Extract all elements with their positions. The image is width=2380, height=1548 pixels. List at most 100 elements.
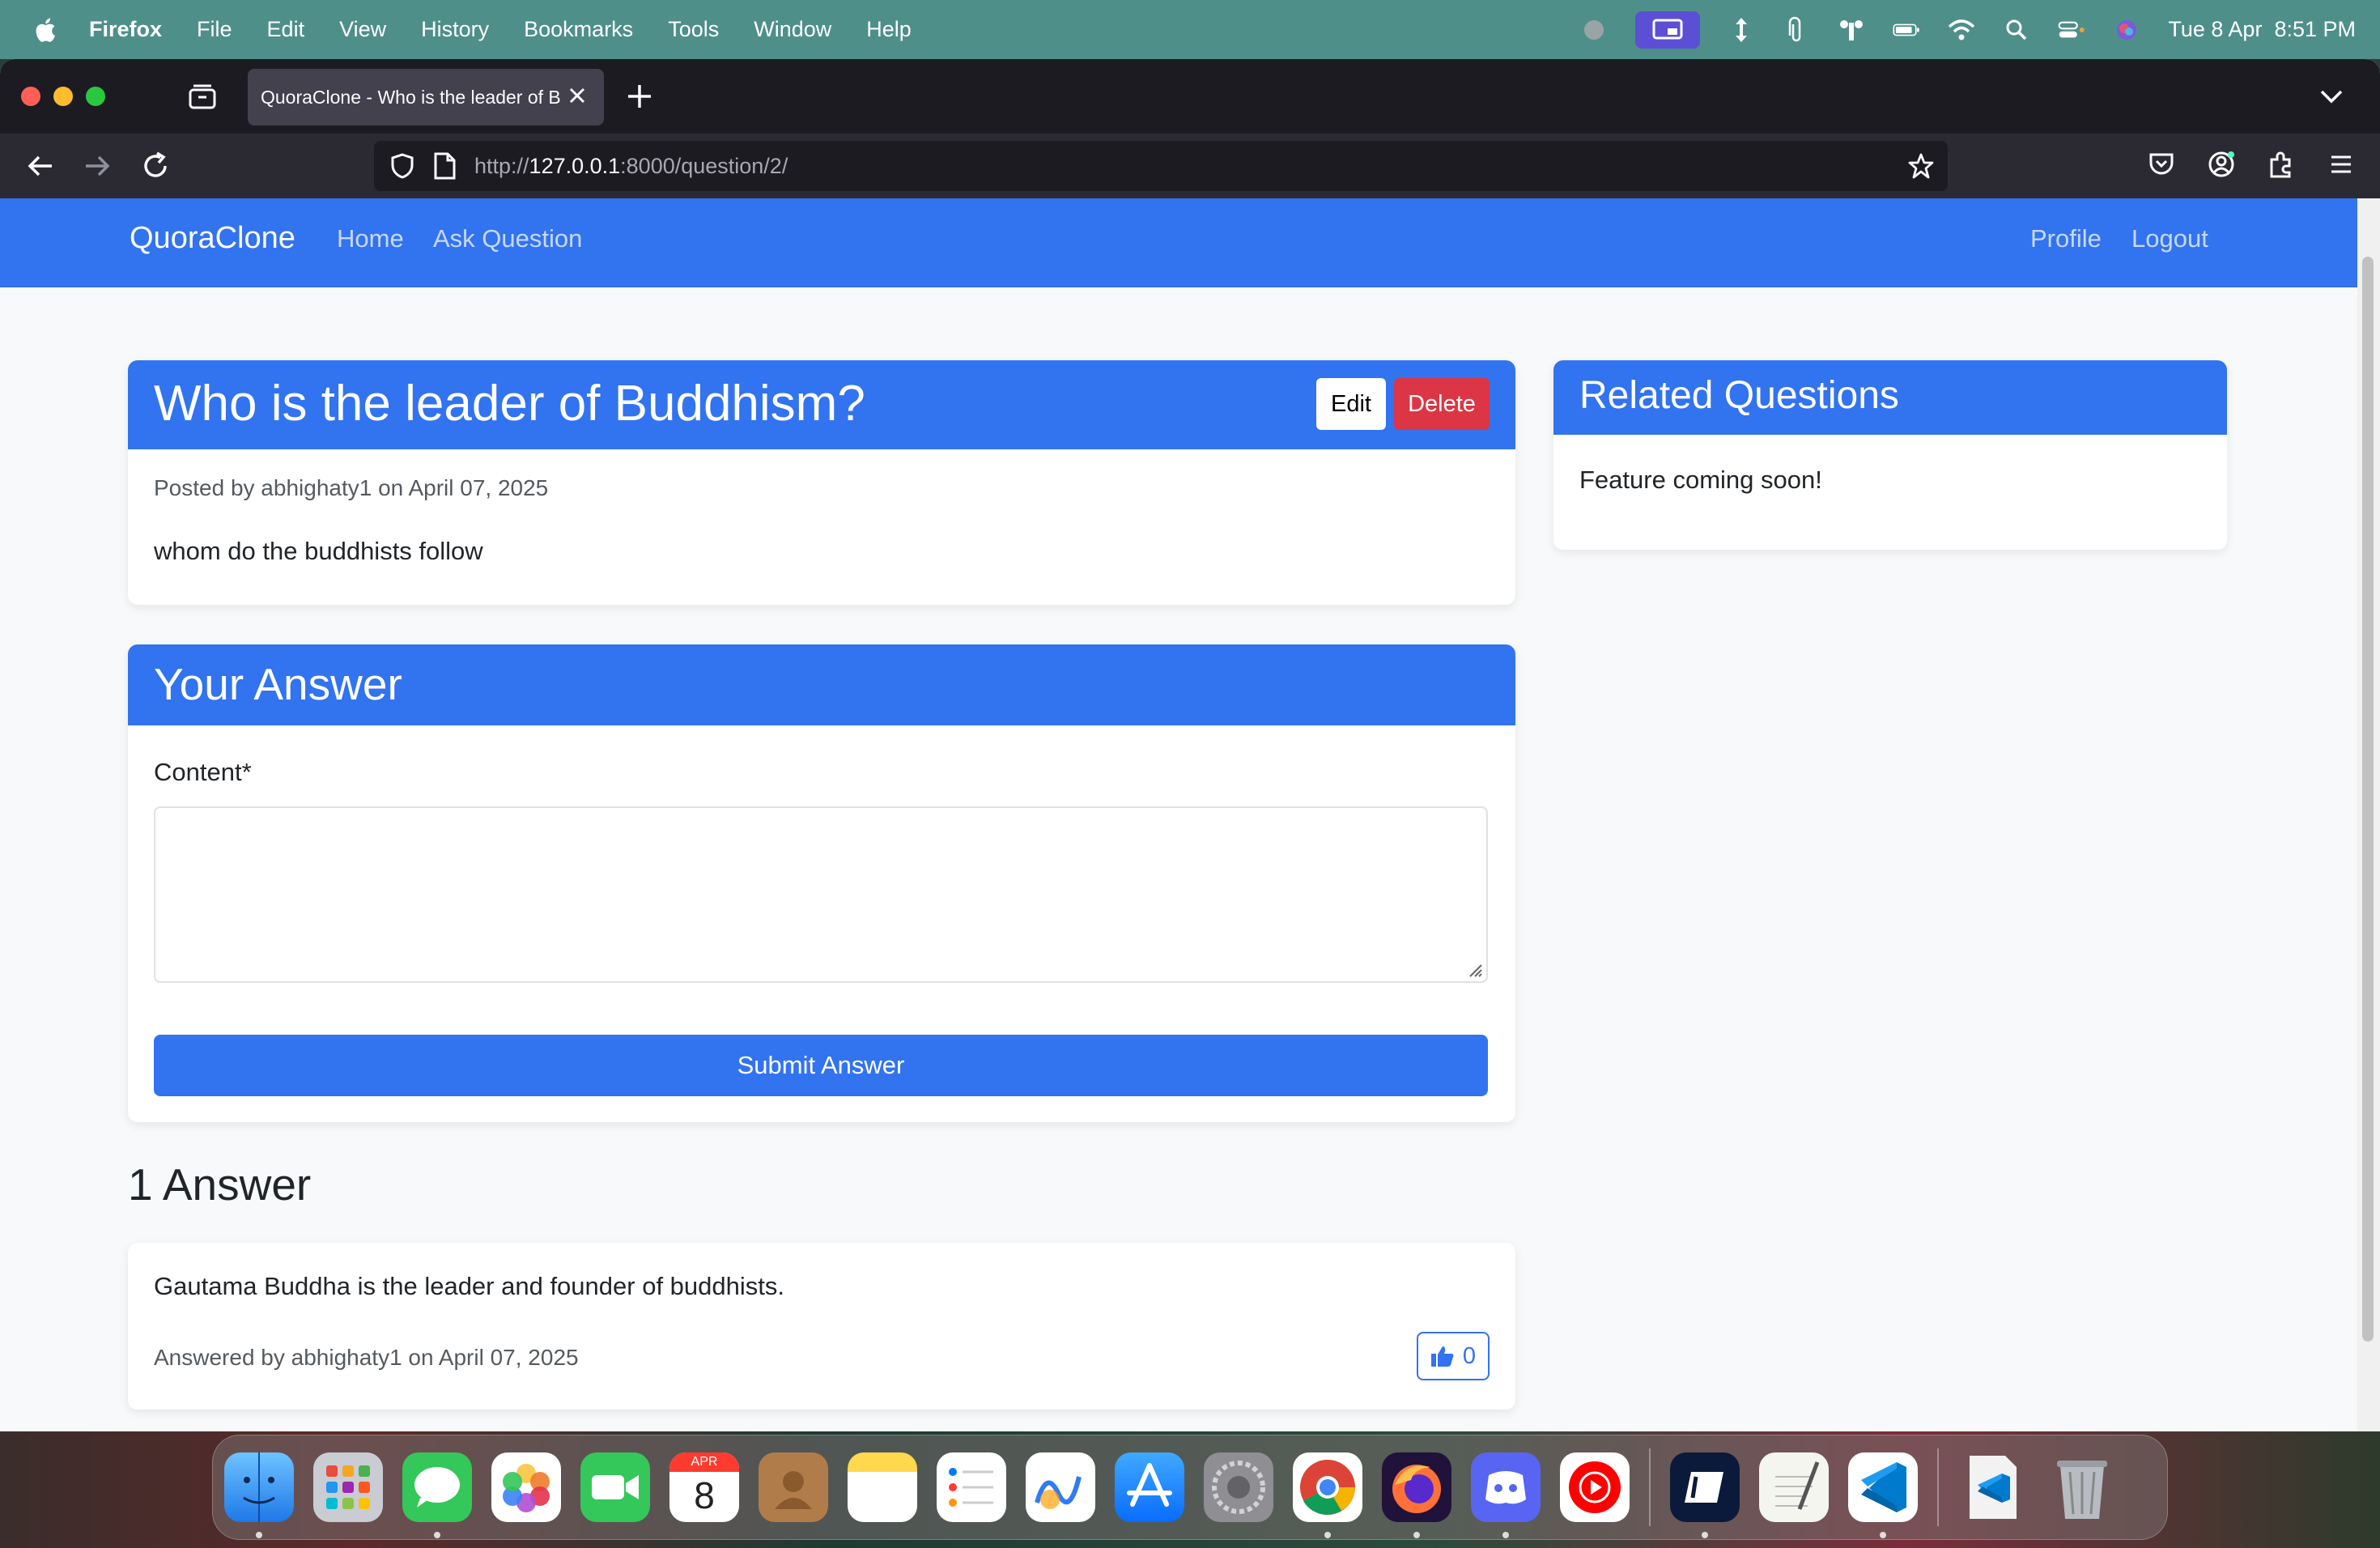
forward-arrow-icon[interactable] <box>81 150 113 182</box>
scrollbar-thumb[interactable] <box>2362 257 2374 1342</box>
firefox-window: QuoraClone - Who is the leader of B http… <box>0 59 2380 1431</box>
facetime-app-icon[interactable] <box>580 1452 650 1522</box>
nav-home-link[interactable]: Home <box>337 224 404 253</box>
battery-icon[interactable] <box>1893 16 1920 44</box>
vscode-document-icon[interactable] <box>1958 1452 2028 1522</box>
record-status-icon[interactable] <box>1580 16 1608 44</box>
new-tab-plus-icon[interactable] <box>625 82 654 111</box>
pocket-icon[interactable] <box>2147 150 2176 179</box>
reminders-app-icon[interactable] <box>937 1452 1006 1522</box>
wifi-icon[interactable] <box>1948 16 1975 44</box>
thumbs-up-icon <box>1430 1346 1454 1367</box>
close-window-button[interactable] <box>21 87 40 106</box>
dock-separator <box>1649 1448 1651 1526</box>
url-scheme: http:// <box>474 153 529 178</box>
answers-count-heading: 1 Answer <box>128 1159 312 1210</box>
tab-overview-icon[interactable] <box>188 83 217 111</box>
menu-edit[interactable]: Edit <box>267 17 305 42</box>
calendar-day: 8 <box>694 1474 715 1516</box>
contacts-app-icon[interactable] <box>759 1452 828 1522</box>
discord-app-icon[interactable] <box>1471 1452 1541 1538</box>
textedit-app-icon[interactable] <box>1759 1452 1829 1522</box>
close-tab-icon[interactable] <box>565 83 589 108</box>
content-label: Content* <box>154 758 252 786</box>
minimize-window-button[interactable] <box>53 87 73 106</box>
vscode-app-icon[interactable] <box>1848 1452 1918 1538</box>
delete-button[interactable]: Delete <box>1394 378 1490 430</box>
question-card-header: Who is the leader of Buddhism? Edit Dele… <box>128 360 1515 449</box>
app-store-app-icon[interactable] <box>1115 1452 1184 1522</box>
answer-form-card: Your Answer Content* Submit Answer <box>128 644 1515 1122</box>
launchpad-app-icon[interactable] <box>313 1452 383 1522</box>
extensions-puzzle-icon[interactable] <box>2267 150 2296 179</box>
freeform-app-icon[interactable] <box>1026 1452 1095 1522</box>
hamburger-menu-icon[interactable] <box>2327 150 2356 179</box>
site-navbar: QuoraClone Home Ask Question Profile Log… <box>0 198 2357 287</box>
menu-history[interactable]: History <box>421 17 489 42</box>
zoom-window-button[interactable] <box>86 87 105 106</box>
browser-toolbar: http://127.0.0.1:8000/question/2/ <box>0 134 2380 198</box>
submit-answer-button[interactable]: Submit Answer <box>154 1035 1488 1096</box>
running-indicator <box>434 1532 440 1538</box>
control-center-icon[interactable] <box>2058 16 2085 44</box>
url-text[interactable]: http://127.0.0.1:8000/question/2/ <box>474 154 788 179</box>
resize-grip-icon[interactable] <box>1465 960 1483 978</box>
spotlight-search-icon[interactable] <box>2003 16 2030 44</box>
apple-menu-icon[interactable] <box>32 16 57 44</box>
youtube-music-app-icon[interactable] <box>1560 1452 1630 1522</box>
writing-app-icon[interactable] <box>1670 1452 1740 1538</box>
page-scrollbar[interactable] <box>2357 198 2380 1431</box>
menu-view[interactable]: View <box>339 17 386 42</box>
menu-app-firefox[interactable]: Firefox <box>89 17 162 42</box>
dock: APR 8 <box>212 1435 2168 1540</box>
menu-file[interactable]: File <box>197 17 232 42</box>
answer-form-heading: Your Answer <box>154 659 402 709</box>
finder-app-icon[interactable] <box>224 1452 294 1538</box>
screen-mirroring-icon[interactable] <box>1635 11 1701 49</box>
nav-ask-question-link[interactable]: Ask Question <box>433 224 582 253</box>
reload-icon[interactable] <box>139 150 172 182</box>
site-brand[interactable]: QuoraClone <box>130 221 295 256</box>
tab-active[interactable]: QuoraClone - Who is the leader of B <box>248 69 604 125</box>
back-arrow-icon[interactable] <box>24 150 57 182</box>
notes-app-icon[interactable] <box>848 1452 917 1522</box>
tab-bar: QuoraClone - Who is the leader of B <box>0 59 2380 134</box>
dock-separator <box>1937 1448 1939 1526</box>
question-title: Who is the leader of Buddhism? <box>154 376 865 432</box>
bookmark-star-icon[interactable] <box>1907 152 1935 180</box>
running-indicator <box>1502 1532 1509 1538</box>
remote-desktop-icon[interactable] <box>1838 16 1865 44</box>
related-questions-heading: Related Questions <box>1579 374 1899 417</box>
content-textarea[interactable] <box>154 806 1488 983</box>
related-questions-header: Related Questions <box>1553 360 2227 435</box>
macos-menubar: Firefox File Edit View History Bookmarks… <box>0 0 2380 59</box>
nav-profile-link[interactable]: Profile <box>2030 224 2102 253</box>
window-controls <box>21 87 105 106</box>
account-icon[interactable] <box>2207 150 2236 179</box>
address-bar[interactable]: http://127.0.0.1:8000/question/2/ <box>374 141 1948 191</box>
system-settings-app-icon[interactable] <box>1204 1452 1273 1522</box>
messages-app-icon[interactable] <box>402 1452 472 1538</box>
menubar-clock[interactable]: Tue 8 Apr 8:51 PM <box>2168 17 2356 42</box>
calendar-app-icon[interactable]: APR 8 <box>669 1452 739 1522</box>
firefox-app-icon[interactable] <box>1382 1452 1451 1538</box>
tracking-protection-shield-icon[interactable] <box>389 152 416 180</box>
nav-logout-link[interactable]: Logout <box>2131 224 2208 253</box>
upvote-button[interactable]: 0 <box>1417 1332 1490 1380</box>
menu-tools[interactable]: Tools <box>668 17 719 42</box>
list-all-tabs-chevron-icon[interactable] <box>2317 82 2346 111</box>
menu-help[interactable]: Help <box>866 17 912 42</box>
menu-bookmarks[interactable]: Bookmarks <box>524 17 633 42</box>
edit-button[interactable]: Edit <box>1316 378 1386 430</box>
question-body: whom do the buddhists follow <box>154 537 483 565</box>
menu-window[interactable]: Window <box>754 17 831 42</box>
chrome-app-icon[interactable] <box>1293 1452 1362 1538</box>
siri-icon[interactable] <box>2113 16 2140 44</box>
related-questions-card: Related Questions Feature coming soon! <box>1553 360 2227 550</box>
trash-app-icon[interactable] <box>2047 1452 2117 1522</box>
photos-app-icon[interactable] <box>491 1452 561 1522</box>
resize-arrows-icon[interactable] <box>1728 16 1755 44</box>
running-indicator <box>1880 1532 1886 1538</box>
page-info-icon[interactable] <box>432 152 457 180</box>
paperclip-icon[interactable] <box>1783 16 1810 44</box>
